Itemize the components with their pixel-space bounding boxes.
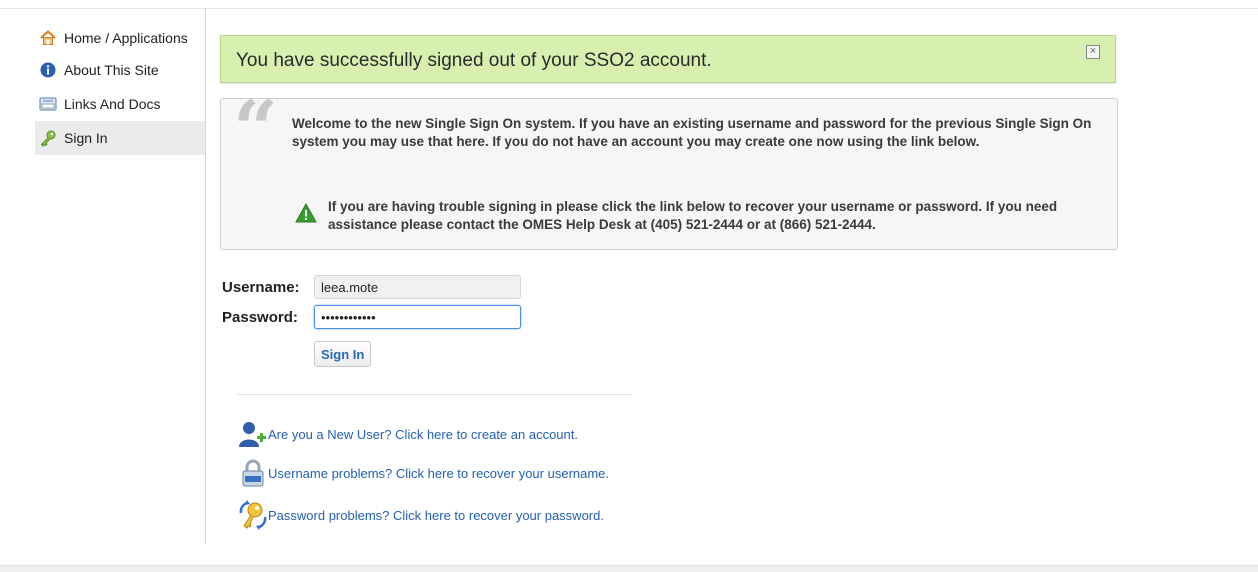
close-icon[interactable]: × bbox=[1086, 45, 1100, 59]
info-icon bbox=[39, 61, 57, 79]
username-link-row[interactable]: Username problems? Click here to recover… bbox=[238, 458, 609, 488]
username-row: Username: bbox=[222, 275, 521, 299]
password-recovery-link[interactable]: Password problems? Click here to recover… bbox=[268, 508, 604, 523]
divider bbox=[237, 394, 632, 395]
sidebar-item-signin[interactable]: Sign In bbox=[35, 121, 205, 155]
home-icon bbox=[39, 29, 57, 47]
password-label: Password: bbox=[222, 308, 298, 326]
sidebar-item-links[interactable]: Links And Docs bbox=[35, 87, 205, 121]
new-user-link-row[interactable]: Are you a New User? Click here to create… bbox=[238, 419, 578, 449]
username-input[interactable] bbox=[314, 275, 521, 299]
welcome-panel: “ Welcome to the new Single Sign On syst… bbox=[220, 91, 1118, 250]
sidebar-item-about[interactable]: About This Site bbox=[35, 53, 205, 87]
key-icon bbox=[39, 129, 57, 147]
sidebar-nav: Home / Applications About This Site Link… bbox=[35, 23, 205, 155]
warning-icon bbox=[295, 202, 317, 228]
sidebar-item-home[interactable]: Home / Applications bbox=[35, 23, 205, 53]
help-text: If you are having trouble signing in ple… bbox=[328, 199, 1058, 232]
username-label: Username: bbox=[222, 278, 300, 296]
password-row: Password: bbox=[222, 305, 521, 329]
new-user-link[interactable]: Are you a New User? Click here to create… bbox=[268, 427, 578, 442]
alert-message: You have successfully signed out of your… bbox=[236, 50, 712, 71]
sidebar-item-label: Links And Docs bbox=[64, 96, 161, 112]
add-user-icon bbox=[238, 419, 268, 449]
quote-icon: “ bbox=[233, 84, 278, 175]
sign-in-button[interactable]: Sign In bbox=[314, 341, 372, 367]
sidebar-item-label: Home / Applications bbox=[64, 30, 188, 46]
sidebar-item-label: Sign In bbox=[64, 130, 108, 146]
password-link-row[interactable]: Password problems? Click here to recover… bbox=[238, 500, 604, 530]
welcome-text: Welcome to the new Single Sign On system… bbox=[292, 116, 1092, 149]
lock-icon bbox=[238, 458, 268, 488]
username-recovery-link[interactable]: Username problems? Click here to recover… bbox=[268, 466, 609, 481]
key-recover-icon bbox=[238, 500, 268, 530]
signout-alert: You have successfully signed out of your… bbox=[220, 35, 1116, 83]
password-input[interactable] bbox=[314, 305, 521, 329]
docs-icon bbox=[39, 95, 57, 113]
sidebar-item-label: About This Site bbox=[64, 62, 159, 78]
sidebar: Home / Applications About This Site Link… bbox=[0, 8, 206, 544]
